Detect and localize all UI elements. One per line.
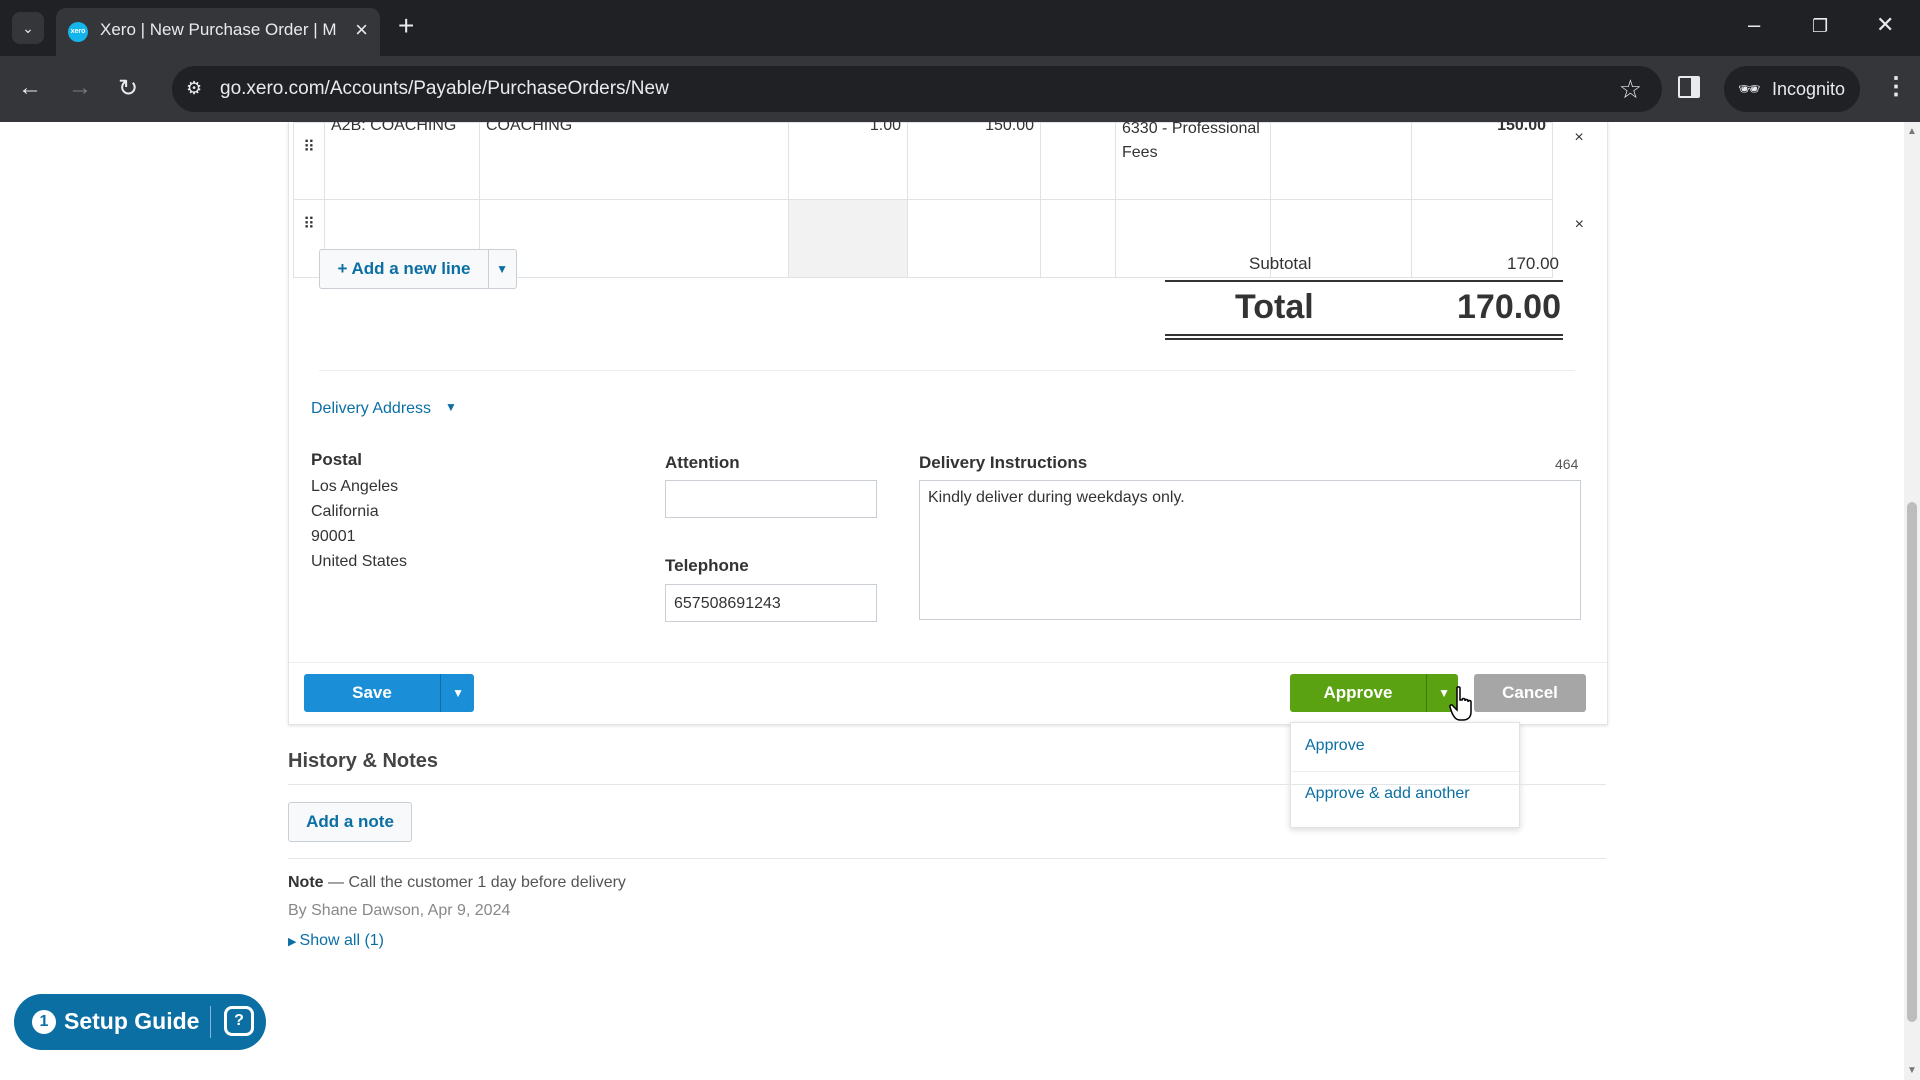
add-note-button[interactable]: Add a note [288,802,412,842]
telephone-label: Telephone [665,556,749,575]
remove-line-icon[interactable]: × [1553,123,1606,200]
menu-item-approve-add-another[interactable]: Approve & add another [1305,785,1470,803]
description-cell[interactable] [479,199,789,278]
subtotal-value: 170.00 [1507,254,1559,273]
back-icon[interactable]: ← [18,74,42,102]
total-label: Total [1235,288,1314,326]
site-info-icon[interactable]: ⚙ [186,78,202,99]
approve-button[interactable]: Approve ▼ [1290,674,1458,712]
qty-cell[interactable]: 1.00 [788,122,908,200]
scrollbar-thumb[interactable] [1907,502,1917,1022]
account-cell[interactable] [1115,199,1271,278]
subtotal-label: Subtotal [1249,254,1312,273]
address-line: Los Angeles [311,478,399,495]
url-text[interactable]: go.xero.com/Accounts/Payable/PurchaseOrd… [220,78,669,100]
address-line: United States [311,553,408,570]
page-scrollbar[interactable]: ▲ ▼ [1904,122,1920,1080]
browser-tab-bar: ⌄ xero Xero | New Purchase Order | M × +… [0,0,1920,56]
delivery-address-toggle[interactable]: Delivery Address [311,400,431,418]
divider [1165,334,1563,340]
address-line: 90001 [311,528,356,545]
note-entry: Note — Call the customer 1 day before de… [288,874,626,892]
setup-guide-button[interactable]: 1 Setup Guide ? [14,994,266,1050]
unit-price-cell[interactable] [907,199,1041,278]
approve-dropdown-menu: Approve Approve & add another [1290,722,1520,828]
remove-line-icon[interactable]: × [1553,200,1606,278]
show-all-label[interactable]: Show all (1) [300,932,384,949]
menu-item-approve[interactable]: Approve [1305,737,1365,755]
browser-menu-icon[interactable]: ⋮ [1884,72,1908,101]
drag-handle-icon[interactable]: ⠿ [293,122,325,200]
browser-toolbar: ← → ↻ ⚙ go.xero.com/Accounts/Payable/Pur… [0,56,1920,122]
tab-title: Xero | New Purchase Order | M [100,20,336,39]
caret-right-icon: ▶ [288,936,300,948]
discount-cell[interactable] [1040,122,1116,200]
bookmark-star-icon[interactable]: ☆ [1619,74,1642,105]
history-notes-title: History & Notes [288,750,439,772]
character-counter: 464 [1555,456,1579,472]
telephone-field[interactable]: 657508691243 [665,584,877,622]
delivery-instructions-label: Delivery Instructions [919,453,1088,472]
caret-down-icon[interactable]: ▼ [445,400,457,414]
incognito-icon: 🕶 [1738,79,1761,99]
scroll-down-icon[interactable]: ▼ [1907,1065,1917,1076]
side-panel-icon[interactable] [1678,76,1700,98]
tab-close-icon[interactable]: × [355,17,368,43]
tax-rate-cell[interactable] [1270,122,1412,200]
incognito-badge[interactable]: 🕶 Incognito [1724,66,1860,112]
save-button-label[interactable]: Save [304,674,441,712]
scroll-up-icon[interactable]: ▲ [1907,126,1917,137]
purchase-order-card: ⠿ A2B: COACHING COACHING 1.00 150.00 633… [288,122,1608,725]
divider [1165,280,1563,282]
qty-cell[interactable] [788,199,908,278]
account-cell[interactable]: 6330 - Professional Fees [1115,122,1271,200]
forward-icon[interactable]: → [68,74,92,102]
browser-tab[interactable]: xero Xero | New Purchase Order | M × [56,8,380,56]
save-button[interactable]: Save ▼ [304,674,474,712]
hand-cursor-icon [1449,686,1472,721]
minimize-icon[interactable]: – [1748,12,1760,38]
setup-count-badge: 1 [32,1010,56,1034]
discount-cell[interactable] [1040,199,1116,278]
tab-search-button[interactable]: ⌄ [12,12,44,44]
divider [210,1006,211,1038]
divider [288,858,1606,859]
note-author: By Shane Dawson, Apr 9, 2024 [288,902,511,919]
note-text: — Call the customer 1 day before deliver… [323,874,626,891]
address-bar[interactable]: ⚙ go.xero.com/Accounts/Payable/PurchaseO… [172,66,1662,112]
divider [288,784,1606,785]
amount-cell: 150.00 [1411,122,1553,200]
unit-price-cell[interactable]: 150.00 [907,122,1041,200]
item-cell[interactable]: A2B: COACHING [324,122,480,200]
chevron-down-icon[interactable]: ▼ [496,262,508,276]
add-new-line-button[interactable]: + Add a new line ▼ [319,249,517,289]
incognito-label: Incognito [1772,79,1846,99]
delivery-instructions-field[interactable]: Kindly deliver during weekdays only. [919,480,1581,620]
attention-label: Attention [665,453,740,472]
divider [289,662,1607,663]
total-value: 170.00 [1457,288,1561,326]
page-content: ⠿ A2B: COACHING COACHING 1.00 150.00 633… [0,122,1904,1080]
help-chat-icon[interactable]: ? [224,1006,254,1036]
window-close-icon[interactable]: ✕ [1876,12,1894,38]
postal-heading: Postal [311,450,363,469]
xero-favicon-icon: xero [68,22,88,42]
divider [319,370,1575,371]
approve-button-label[interactable]: Approve [1290,674,1427,712]
chevron-down-icon[interactable]: ▼ [452,686,464,700]
address-line: California [311,503,379,520]
table-row: ⠿ A2B: COACHING COACHING 1.00 150.00 633… [293,122,1606,200]
show-all-link[interactable]: ▶ Show all (1) [288,932,384,950]
reload-icon[interactable]: ↻ [118,74,138,103]
setup-guide-label[interactable]: Setup Guide [64,1008,199,1035]
cancel-button[interactable]: Cancel [1474,674,1586,712]
description-cell[interactable]: COACHING [479,122,789,200]
divider [1291,771,1519,772]
add-new-line-label[interactable]: + Add a new line [320,250,489,288]
note-prefix: Note [288,874,324,891]
new-tab-icon[interactable]: + [398,10,414,42]
restore-icon[interactable]: ❐ [1812,16,1828,37]
attention-field[interactable] [665,480,877,518]
